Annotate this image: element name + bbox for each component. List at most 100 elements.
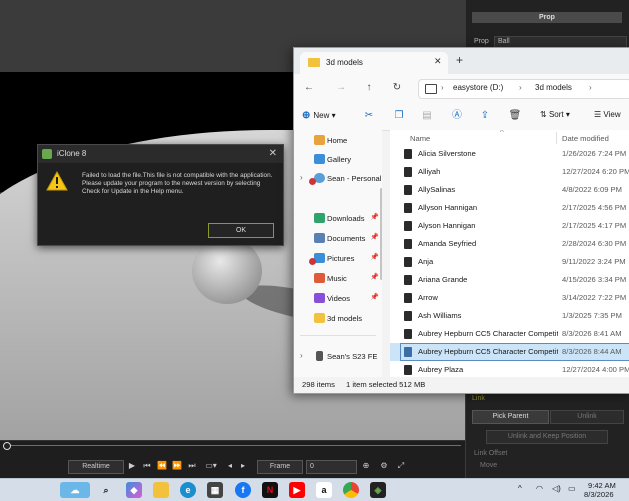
loop-mode-icon[interactable]: ▭▾ [203,460,219,472]
timeline-track[interactable] [6,445,461,446]
file-name: Alyson Hannigan [418,221,476,230]
step-forward-icon[interactable]: ▸ [237,460,249,472]
share-icon[interactable]: ⇪ [478,109,492,123]
copilot-icon[interactable]: ◆ [126,482,142,498]
settings-icon[interactable]: ⚙ [378,460,390,472]
sidebar-item-downloads[interactable]: Downloads 📌 [294,210,382,228]
tray-chevron-icon[interactable]: ^ [518,484,522,493]
sort-button[interactable]: ⇅ Sort ▾ [540,110,570,119]
copy-icon[interactable]: ❐ [392,109,406,123]
sidebar-item-documents[interactable]: Documents 📌 [294,230,382,248]
pin-icon[interactable]: 📌 [370,253,379,261]
sidebar-item-onedrive[interactable]: › Sean - Personal [294,170,382,188]
forward-arrow-icon[interactable]: → [334,82,348,94]
refresh-icon[interactable]: ↻ [390,82,404,94]
clock-date[interactable]: 8/3/2026 [584,490,614,499]
frame-input[interactable]: 0 [306,460,357,474]
prop-section-header[interactable]: Prop [472,12,622,23]
sidebar-item-home[interactable]: Home [294,132,382,150]
sidebar-item-3d-models[interactable]: 3d models [294,310,382,328]
breadcrumb[interactable]: › easystore (D:) › 3d models › [418,79,629,99]
rename-icon[interactable]: Ⓐ [450,109,464,123]
nav-scrollbar[interactable] [380,188,382,280]
column-divider[interactable] [556,132,557,144]
sidebar-item-gallery[interactable]: Gallery [294,151,382,169]
rewind-icon[interactable]: ⏪ [156,460,168,472]
breadcrumb-folder[interactable]: 3d models [535,83,572,92]
sidebar-item-pictures[interactable]: Pictures 📌 [294,250,382,268]
clock-time[interactable]: 9:42 AM [588,481,616,490]
pin-icon[interactable]: 📌 [370,213,379,221]
pin-icon[interactable]: 📌 [370,293,379,301]
iclone-taskbar-icon[interactable]: ◈ [370,482,386,498]
pin-icon[interactable]: 📌 [370,273,379,281]
sidebar-item-phone[interactable]: › Sean's S23 FE [294,348,382,366]
view-button[interactable]: ☰ View [594,110,621,119]
netflix-icon[interactable]: N [262,482,278,498]
column-header-name[interactable]: Name [410,134,430,143]
navigation-pane: Home Gallery › Sean - Personal Downloads… [294,130,382,377]
list-item[interactable]: Amanda Seyfried 2/28/2024 6:30 PM [390,235,629,253]
list-item[interactable]: Allyson Hannigan 2/17/2025 4:56 PM [390,199,629,217]
step-back-icon[interactable]: ◂ [224,460,236,472]
ok-button[interactable]: OK [208,223,274,238]
next-key-icon[interactable]: ⏭ [186,460,198,472]
expand-icon[interactable]: ⤢ [395,460,407,472]
list-item[interactable]: Ariana Grande 4/15/2026 3:34 PM [390,271,629,289]
timeline-scrubber[interactable] [3,442,11,450]
dialog-close-button[interactable]: ✕ [269,148,277,159]
youtube-icon[interactable]: ▶ [289,482,305,498]
search-icon[interactable]: ⌕ [98,482,114,498]
battery-icon[interactable]: ▭ [568,484,576,493]
list-item[interactable]: Arrow 3/14/2022 7:22 PM [390,289,629,307]
unlink-keep-position-button[interactable]: Unlink and Keep Position [486,430,608,444]
facebook-icon[interactable]: f [235,482,251,498]
previous-key-icon[interactable]: ⏮ [141,460,153,472]
amazon-icon[interactable]: a [316,482,332,498]
column-header-date[interactable]: Date modified [562,134,609,143]
list-item[interactable]: AllySalinas 4/8/2022 6:09 PM [390,181,629,199]
list-item[interactable]: Alicia Silverstone 1/26/2026 7:24 PM [390,145,629,163]
breadcrumb-separator: › [441,83,444,92]
file-explorer-icon[interactable] [153,482,169,498]
file-date: 1/3/2025 7:35 PM [562,311,622,320]
new-tab-icon[interactable]: + [456,53,463,67]
pick-parent-button[interactable]: Pick Parent [472,410,549,424]
store-icon[interactable]: ▦ [207,482,223,498]
dialog-titlebar[interactable]: iClone 8 ✕ [38,145,283,163]
tab-close-icon[interactable]: ✕ [434,56,442,67]
new-button[interactable]: ⊕ New ▾ [302,110,336,121]
target-icon[interactable]: ⊕ [360,460,372,472]
sidebar-item-music[interactable]: Music 📌 [294,270,382,288]
cut-icon[interactable]: ✂ [362,109,376,123]
ball-prop[interactable] [192,238,262,304]
taskbar: ☁ ⌕ ◆ e ▦ f N ▶ a ◈ ^ ◠ ◁) ▭ 9:42 AM 8/3… [0,478,629,501]
back-arrow-icon[interactable]: ← [302,82,316,94]
list-item[interactable]: Alliyah 12/27/2024 6:20 PM [390,163,629,181]
up-arrow-icon[interactable]: ↑ [362,82,376,94]
breadcrumb-drive[interactable]: easystore (D:) [453,83,503,92]
volume-icon[interactable]: ◁) [552,484,561,493]
edge-icon[interactable]: e [180,482,196,498]
tab-3d-models[interactable]: 3d models ✕ [300,52,448,74]
unlink-button[interactable]: Unlink [550,410,624,424]
list-item[interactable]: Anja 9/11/2022 3:24 PM [390,253,629,271]
list-item[interactable]: Aubrey Plaza 12/27/2024 4:00 PM [390,361,629,377]
chrome-icon[interactable] [343,482,359,498]
play-icon[interactable]: ▶ [126,460,138,472]
list-item[interactable]: Alyson Hannigan 2/17/2025 4:17 PM [390,217,629,235]
widgets-icon[interactable]: ☁ [60,482,90,498]
list-item[interactable]: Aubrey Hepburn CC5 Character Competit...… [390,325,629,343]
expand-chevron-icon[interactable]: › [300,173,303,182]
list-item-selected[interactable]: Aubrey Hepburn CC5 Character Competit...… [390,343,629,361]
wifi-icon[interactable]: ◠ [536,484,543,493]
fast-forward-icon[interactable]: ⏩ [171,460,183,472]
file-name: AllySalinas [418,185,456,194]
pin-icon[interactable]: 📌 [370,233,379,241]
list-item[interactable]: Ash Williams 1/3/2025 7:35 PM [390,307,629,325]
paste-icon[interactable]: ▤ [420,109,434,123]
expand-chevron-icon[interactable]: › [300,351,303,360]
sidebar-item-videos[interactable]: Videos 📌 [294,290,382,308]
delete-icon[interactable]: 🗑 [508,109,522,123]
realtime-dropdown[interactable]: Realtime [68,460,124,474]
